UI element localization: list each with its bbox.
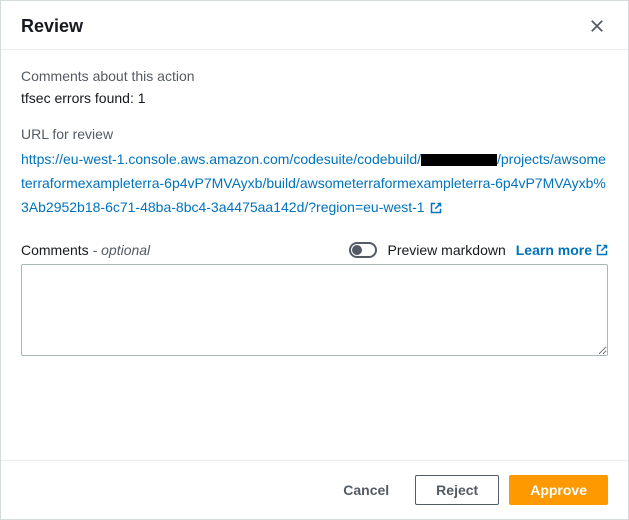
comments-textarea[interactable] — [21, 264, 608, 356]
external-link-icon — [596, 244, 608, 256]
review-url-link[interactable]: https://eu-west-1.console.aws.amazon.com… — [21, 151, 606, 215]
cancel-button[interactable]: Cancel — [327, 476, 405, 504]
optional-text: - optional — [89, 242, 150, 258]
comments-controls: Preview markdown Learn more — [349, 242, 608, 258]
comments-about-label: Comments about this action — [21, 68, 608, 84]
close-button[interactable] — [586, 15, 608, 37]
comments-about-value: tfsec errors found: 1 — [21, 90, 608, 106]
url-container: https://eu-west-1.console.aws.amazon.com… — [21, 148, 608, 220]
comments-label-container: Comments - optional — [21, 242, 150, 258]
modal-header: Review — [1, 1, 628, 50]
review-modal: Review Comments about this action tfsec … — [1, 1, 628, 519]
external-link-icon — [430, 202, 442, 214]
modal-title: Review — [21, 16, 83, 37]
modal-body: Comments about this action tfsec errors … — [1, 50, 628, 460]
modal-footer: Cancel Reject Approve — [1, 460, 628, 519]
reject-button[interactable]: Reject — [415, 475, 499, 505]
close-icon — [590, 19, 604, 33]
comments-row: Comments - optional Preview markdown Lea… — [21, 242, 608, 258]
preview-markdown-label: Preview markdown — [387, 242, 505, 258]
comments-label: Comments — [21, 242, 89, 258]
approve-button[interactable]: Approve — [509, 475, 608, 505]
learn-more-link[interactable]: Learn more — [516, 242, 608, 258]
url-label: URL for review — [21, 126, 608, 142]
url-part1: https://eu-west-1.console.aws.amazon.com… — [21, 151, 421, 167]
redacted-segment — [421, 154, 497, 166]
preview-markdown-toggle[interactable] — [349, 242, 377, 258]
learn-more-label: Learn more — [516, 242, 592, 258]
